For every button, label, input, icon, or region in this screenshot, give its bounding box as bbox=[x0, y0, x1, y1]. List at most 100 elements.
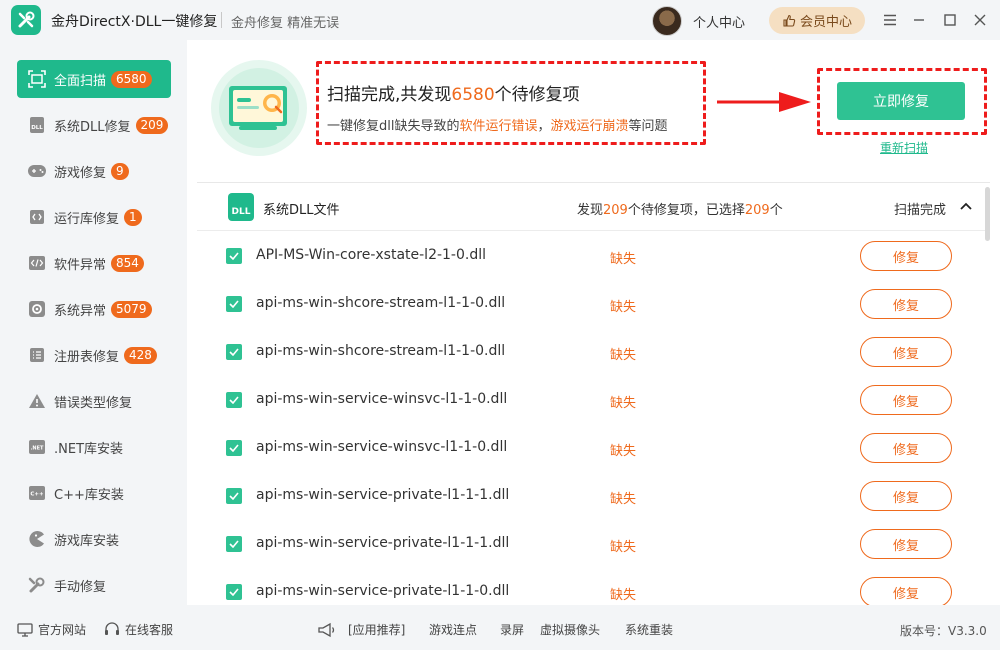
file-status: 缺失 bbox=[610, 492, 637, 507]
file-name: api-ms-win-service-private-l1-1-0.dll bbox=[256, 583, 510, 599]
row-checkbox[interactable] bbox=[226, 584, 242, 600]
vip-center-button[interactable]: 会员中心 bbox=[769, 7, 865, 34]
count-badge: 209 bbox=[135, 116, 169, 134]
footer: 官方网站 在线客服 [应用推荐] 游戏连点 录屏 虚拟摄像头 系统重装 版本号：… bbox=[0, 605, 1000, 650]
footer-link-screen-recorder[interactable]: 录屏 bbox=[500, 621, 524, 638]
repair-button[interactable]: 修复 bbox=[860, 337, 952, 367]
sidebar-item-error-type-repair[interactable]: 错误类型修复 bbox=[17, 382, 171, 420]
title-bar: 金舟DirectX·DLL一键修复 金舟修复 精准无误 个人中心 会员中心 bbox=[0, 0, 1000, 40]
scan-sub-prefix: 一键修复dll缺失导致的 bbox=[327, 119, 460, 134]
file-status: 缺失 bbox=[610, 444, 637, 459]
footer-link-virtual-camera[interactable]: 虚拟摄像头 bbox=[540, 621, 600, 638]
sidebar-item-dotnet-install[interactable]: .NET .NET库安装 bbox=[17, 428, 171, 466]
sidebar-item-full-scan[interactable]: 全面扫描 6580 bbox=[17, 60, 171, 98]
sidebar-item-manual-repair[interactable]: 手动修复 bbox=[17, 566, 171, 604]
repair-button[interactable]: 修复 bbox=[860, 385, 952, 415]
code-icon bbox=[26, 252, 48, 274]
chevron-up-icon[interactable] bbox=[959, 200, 973, 212]
svg-text:.NET: .NET bbox=[31, 446, 44, 452]
title-divider bbox=[221, 12, 222, 28]
row-checkbox[interactable] bbox=[226, 536, 242, 552]
table-row: api-ms-win-service-winsvc-l1-1-0.dll 缺失 … bbox=[197, 424, 990, 472]
scan-result-illustration bbox=[211, 60, 307, 156]
scan-sub-separator: ， bbox=[537, 119, 551, 134]
dll-file-icon: DLL bbox=[228, 193, 254, 221]
official-website-link[interactable]: 官方网站 bbox=[17, 621, 86, 638]
annotation-arrow-icon bbox=[717, 92, 811, 112]
sidebar-item-game-repair[interactable]: 游戏修复 9 bbox=[17, 152, 171, 190]
sidebar-item-label: 系统DLL修复 bbox=[54, 119, 131, 135]
app-logo-icon bbox=[11, 5, 41, 35]
sidebar-item-label: 游戏修复 bbox=[54, 165, 107, 181]
app-recommend: [应用推荐] bbox=[317, 621, 405, 638]
version-label: 版本号：V3.3.0 bbox=[900, 624, 987, 638]
app-recommend-label: [应用推荐] bbox=[348, 623, 406, 637]
repair-button[interactable]: 修复 bbox=[860, 577, 952, 605]
repair-button[interactable]: 修复 bbox=[860, 481, 952, 511]
repair-button[interactable]: 修复 bbox=[860, 529, 952, 559]
sidebar-item-label: 运行库修复 bbox=[54, 211, 120, 227]
dll-file-list: API-MS-Win-core-xstate-l2-1-0.dll 缺失 修复 … bbox=[197, 232, 990, 605]
menu-icon[interactable] bbox=[879, 9, 901, 31]
list-icon bbox=[26, 344, 48, 366]
row-checkbox[interactable] bbox=[226, 296, 242, 312]
file-name: api-ms-win-service-winsvc-l1-1-0.dll bbox=[256, 439, 508, 455]
repair-button[interactable]: 修复 bbox=[860, 241, 952, 271]
row-checkbox[interactable] bbox=[226, 440, 242, 456]
sidebar-item-software-exception[interactable]: 软件异常 854 bbox=[17, 244, 171, 282]
megaphone-icon bbox=[318, 622, 335, 637]
file-status: 缺失 bbox=[610, 396, 637, 411]
dll-group-header[interactable]: DLL 系统DLL文件 发现209个待修复项，已选择209个 扫描完成 bbox=[197, 183, 990, 231]
scan-result-subtitle: 一键修复dll缺失导致的软件运行错误，游戏运行崩溃等问题 bbox=[327, 115, 668, 134]
user-avatar[interactable] bbox=[652, 6, 682, 36]
minimize-icon[interactable] bbox=[908, 9, 930, 31]
table-row: api-ms-win-shcore-stream-l1-1-0.dll 缺失 修… bbox=[197, 280, 990, 328]
app-slogan: 金舟修复 精准无误 bbox=[231, 16, 340, 31]
fix-now-button[interactable]: 立即修复 bbox=[837, 82, 965, 120]
footer-link-system-reinstall[interactable]: 系统重装 bbox=[625, 621, 673, 638]
footer-link-auto-clicker[interactable]: 游戏连点 bbox=[429, 621, 477, 638]
sidebar-item-cpp-install[interactable]: C++ C++库安装 bbox=[17, 474, 171, 512]
row-checkbox[interactable] bbox=[226, 344, 242, 360]
repair-button[interactable]: 修复 bbox=[860, 433, 952, 463]
repair-button[interactable]: 修复 bbox=[860, 289, 952, 319]
scan-sub-highlight-1: 软件运行错误 bbox=[459, 119, 538, 134]
cpp-icon: C++ bbox=[26, 482, 48, 504]
runtime-icon bbox=[26, 206, 48, 228]
sidebar-item-system-dll[interactable]: DLL 系统DLL修复 209 bbox=[17, 106, 171, 144]
sidebar-item-runtime-repair[interactable]: 运行库修复 1 bbox=[17, 198, 171, 236]
table-row: api-ms-win-service-winsvc-l1-1-0.dll 缺失 … bbox=[197, 376, 990, 424]
file-status: 缺失 bbox=[610, 252, 637, 267]
group-summary: 发现209个待修复项，已选择209个 bbox=[577, 199, 783, 218]
dotnet-icon: .NET bbox=[26, 436, 48, 458]
file-name: api-ms-win-shcore-stream-l1-1-0.dll bbox=[256, 343, 506, 359]
summary-prefix: 发现 bbox=[577, 203, 604, 218]
sidebar-item-label: 游戏库安装 bbox=[54, 533, 120, 549]
personal-center-link[interactable]: 个人中心 bbox=[693, 12, 745, 31]
scan-result-title: 扫描完成,共发现6580个待修复项 bbox=[327, 80, 580, 105]
row-checkbox[interactable] bbox=[226, 248, 242, 264]
scrollbar-thumb[interactable] bbox=[985, 187, 990, 241]
row-checkbox[interactable] bbox=[226, 392, 242, 408]
thumbs-up-icon bbox=[783, 14, 796, 27]
rescan-link[interactable]: 重新扫描 bbox=[880, 139, 928, 156]
summary-suffix: 个 bbox=[769, 203, 783, 218]
table-row: api-ms-win-service-private-l1-1-1.dll 缺失… bbox=[197, 472, 990, 520]
close-icon[interactable] bbox=[969, 9, 991, 31]
vip-center-label: 会员中心 bbox=[799, 15, 852, 30]
table-row: api-ms-win-service-private-l1-1-0.dll 缺失… bbox=[197, 568, 990, 605]
sidebar-item-game-library-install[interactable]: 游戏库安装 bbox=[17, 520, 171, 558]
pacman-icon bbox=[26, 528, 48, 550]
list-scrollbar[interactable] bbox=[985, 183, 991, 605]
row-checkbox[interactable] bbox=[226, 488, 242, 504]
online-support-link[interactable]: 在线客服 bbox=[104, 621, 173, 638]
online-support-label: 在线客服 bbox=[125, 623, 174, 637]
sidebar-item-system-exception[interactable]: 系统异常 5079 bbox=[17, 290, 171, 328]
found-count: 209 bbox=[603, 203, 628, 218]
maximize-icon[interactable] bbox=[939, 9, 961, 31]
sidebar-item-registry-repair[interactable]: 注册表修复 428 bbox=[17, 336, 171, 374]
file-name: api-ms-win-service-winsvc-l1-1-0.dll bbox=[256, 391, 508, 407]
official-website-label: 官方网站 bbox=[38, 623, 87, 637]
table-row: api-ms-win-service-private-l1-1-1.dll 缺失… bbox=[197, 520, 990, 568]
file-status: 缺失 bbox=[610, 540, 637, 555]
